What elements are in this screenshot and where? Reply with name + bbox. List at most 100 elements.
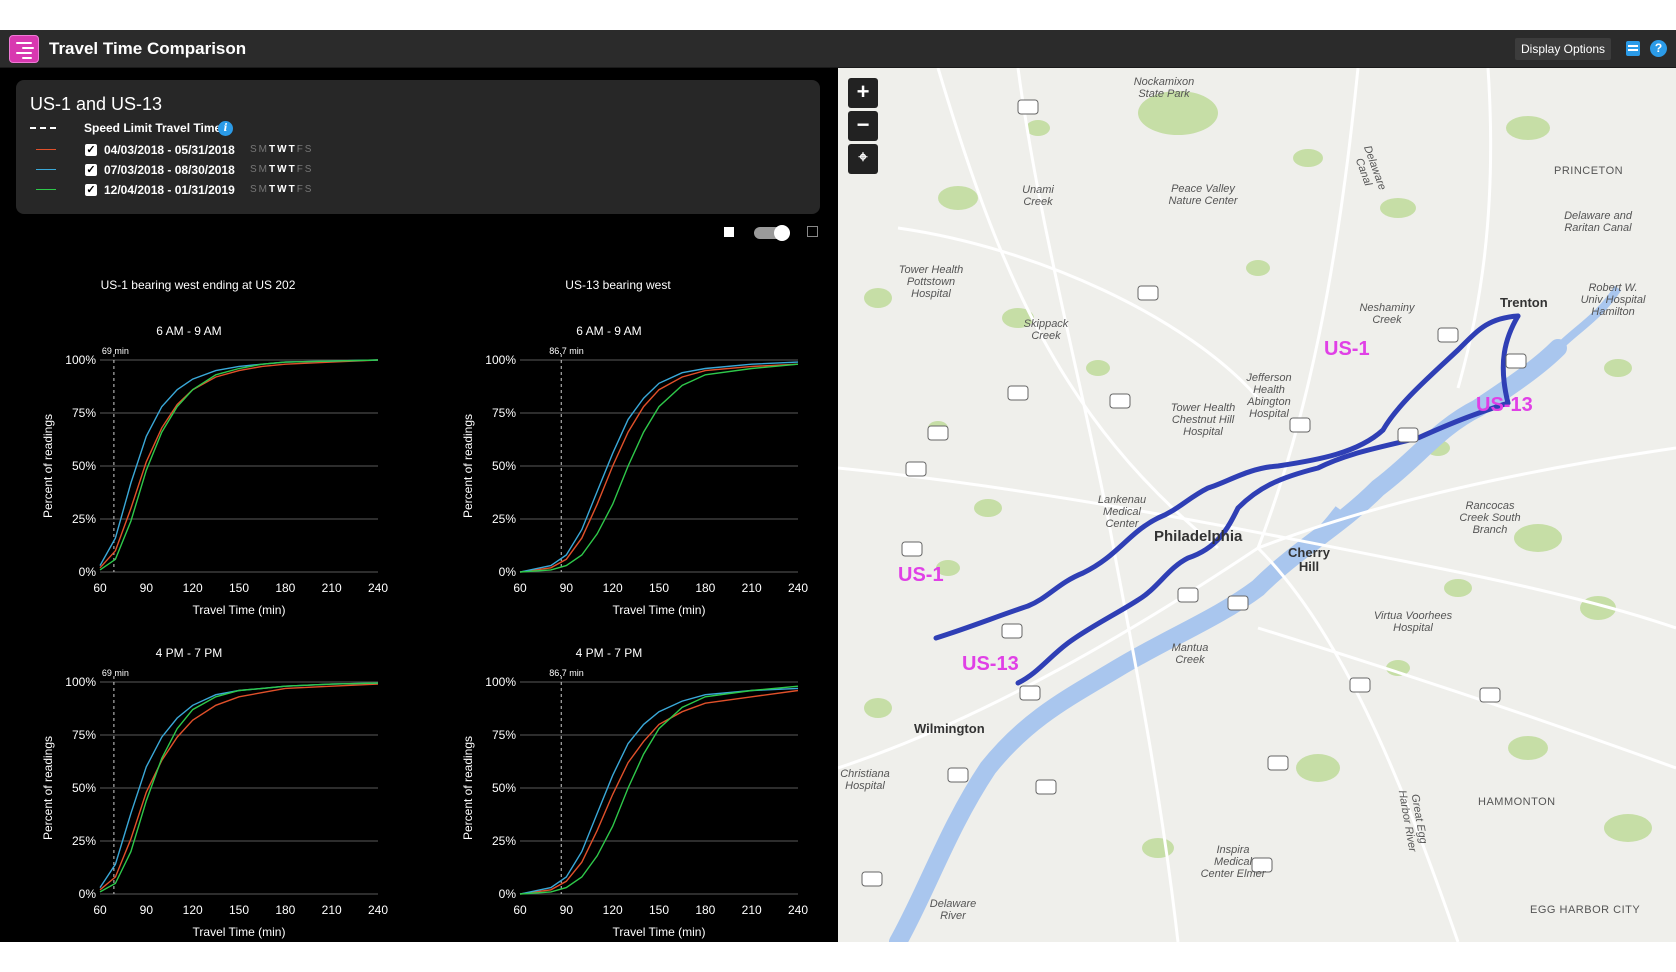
y-tick-label: 0% — [499, 887, 517, 901]
x-tick-label: 180 — [695, 903, 715, 917]
y-tick-label: 75% — [72, 406, 96, 420]
place-label: Skippack Creek — [1023, 318, 1069, 342]
town-label: PRINCETON — [1554, 165, 1624, 177]
x-tick-label: 60 — [93, 903, 107, 917]
x-tick-label: 240 — [368, 903, 388, 917]
y-tick-label: 100% — [65, 675, 96, 689]
display-options-button[interactable]: Display Options — [1515, 38, 1612, 60]
y-tick-label: 50% — [72, 781, 96, 795]
speed-limit-label: 86.7 min — [549, 346, 584, 356]
x-tick-label: 240 — [788, 581, 808, 595]
route-label-us13: US-13 — [1476, 394, 1533, 416]
route-label-us13: US-13 — [962, 653, 1019, 675]
x-tick-label: 120 — [603, 581, 623, 595]
cdf-series-line — [99, 359, 379, 566]
place-label: Rancocas Creek South Branch — [1459, 500, 1521, 536]
cdf-series-line — [99, 682, 379, 888]
town-label: EGG HARBOR CITY — [1530, 904, 1641, 916]
y-tick-label: 25% — [492, 512, 516, 526]
place-label: Neshaminy Creek — [1359, 302, 1415, 326]
y-tick-label: 0% — [499, 565, 517, 579]
place-label: Mantua Creek — [1171, 642, 1209, 666]
route-label-us1: US-1 — [898, 564, 944, 586]
y-tick-label: 50% — [72, 459, 96, 473]
city-label: Trenton — [1500, 295, 1548, 310]
city-label: Wilmington — [914, 721, 985, 736]
y-tick-label: 100% — [485, 353, 516, 367]
x-axis-label: Travel Time (min) — [613, 603, 706, 617]
y-tick-label: 50% — [492, 781, 516, 795]
zoom-in-button[interactable]: + — [848, 78, 878, 108]
y-axis-label: Percent of readings — [461, 736, 475, 840]
x-tick-label: 120 — [183, 581, 203, 595]
x-tick-label: 120 — [603, 903, 623, 917]
app-logo-icon — [9, 35, 39, 63]
place-label: Virtua Voorhees Hospital — [1373, 610, 1453, 634]
x-tick-label: 120 — [183, 903, 203, 917]
chart-panel-title: 4 PM - 7 PM — [156, 646, 223, 660]
city-label: Cherry Hill — [1288, 545, 1330, 574]
x-tick-label: 90 — [140, 903, 154, 917]
y-tick-label: 0% — [79, 565, 97, 579]
cdf-series-line — [99, 359, 379, 571]
x-axis-label: Travel Time (min) — [613, 925, 706, 939]
y-tick-label: 75% — [72, 728, 96, 742]
layers-icon[interactable] — [1626, 41, 1640, 56]
y-tick-label: 75% — [492, 406, 516, 420]
y-tick-label: 75% — [492, 728, 516, 742]
speed-limit-label: 86.7 min — [549, 668, 584, 678]
place-label: Tower Health Chestnut Hill Hospital — [1170, 402, 1236, 438]
y-tick-label: 25% — [72, 834, 96, 848]
x-tick-label: 240 — [788, 903, 808, 917]
place-label: Inspira Medical Center Elmer — [1200, 844, 1266, 880]
locate-me-icon[interactable]: ⌖ — [848, 144, 878, 174]
x-tick-label: 210 — [742, 903, 762, 917]
y-tick-label: 25% — [72, 512, 96, 526]
place-label: Delaware River — [929, 898, 977, 922]
x-tick-label: 60 — [93, 581, 107, 595]
x-tick-label: 240 — [368, 581, 388, 595]
x-tick-label: 150 — [229, 903, 249, 917]
place-label: Unami Creek — [1022, 184, 1054, 208]
place-label: Jefferson Health Abington Hospital — [1246, 372, 1292, 420]
charts-panel: US-1 and US-13 Speed Limit Travel Time i… — [0, 68, 838, 942]
y-axis-label: Percent of readings — [41, 414, 55, 518]
place-label: Tower Health Pottstown Hospital — [898, 264, 964, 300]
y-tick-label: 100% — [65, 353, 96, 367]
help-icon[interactable]: ? — [1650, 40, 1667, 57]
place-label: Delaware and Raritan Canal — [1564, 210, 1632, 234]
x-tick-label: 150 — [229, 581, 249, 595]
x-tick-label: 60 — [513, 903, 527, 917]
y-axis-label: Percent of readings — [461, 414, 475, 518]
x-tick-label: 180 — [275, 581, 295, 595]
x-tick-label: 210 — [322, 581, 342, 595]
place-label: Lankenau Medical Center — [1097, 494, 1147, 530]
x-tick-label: 90 — [560, 581, 574, 595]
map-view[interactable]: + − ⌖ Nockamixon State Park Unami Creek … — [838, 68, 1676, 942]
x-axis-label: Travel Time (min) — [193, 925, 286, 939]
speed-limit-label: 69 min — [102, 668, 129, 678]
x-tick-label: 150 — [649, 903, 669, 917]
highway-shields — [861, 99, 1527, 887]
place-label: Nockamixon State Park — [1133, 76, 1195, 100]
city-label: Philadelphia — [1154, 528, 1243, 545]
app-title: Travel Time Comparison — [49, 39, 247, 58]
map-base — [838, 68, 1676, 942]
x-tick-label: 180 — [695, 581, 715, 595]
y-tick-label: 50% — [492, 459, 516, 473]
y-tick-label: 25% — [492, 834, 516, 848]
cdf-series-line — [99, 683, 379, 891]
chart-panel-title: 4 PM - 7 PM — [576, 646, 643, 660]
y-tick-label: 0% — [79, 887, 97, 901]
chart-panel-title: 6 AM - 9 AM — [156, 324, 221, 338]
place-label: Robert W. Univ Hospital Hamilton — [1580, 282, 1646, 318]
x-tick-label: 210 — [742, 581, 762, 595]
chart-panel-title: 6 AM - 9 AM — [576, 324, 641, 338]
route-label-us1: US-1 — [1324, 338, 1370, 360]
town-label: HAMMONTON — [1478, 796, 1556, 808]
y-axis-label: Percent of readings — [41, 736, 55, 840]
speed-limit-label: 69 min — [102, 346, 129, 356]
us1-route-line — [933, 313, 1521, 641]
zoom-out-button[interactable]: − — [848, 111, 878, 141]
cdf-series-line — [99, 359, 379, 569]
